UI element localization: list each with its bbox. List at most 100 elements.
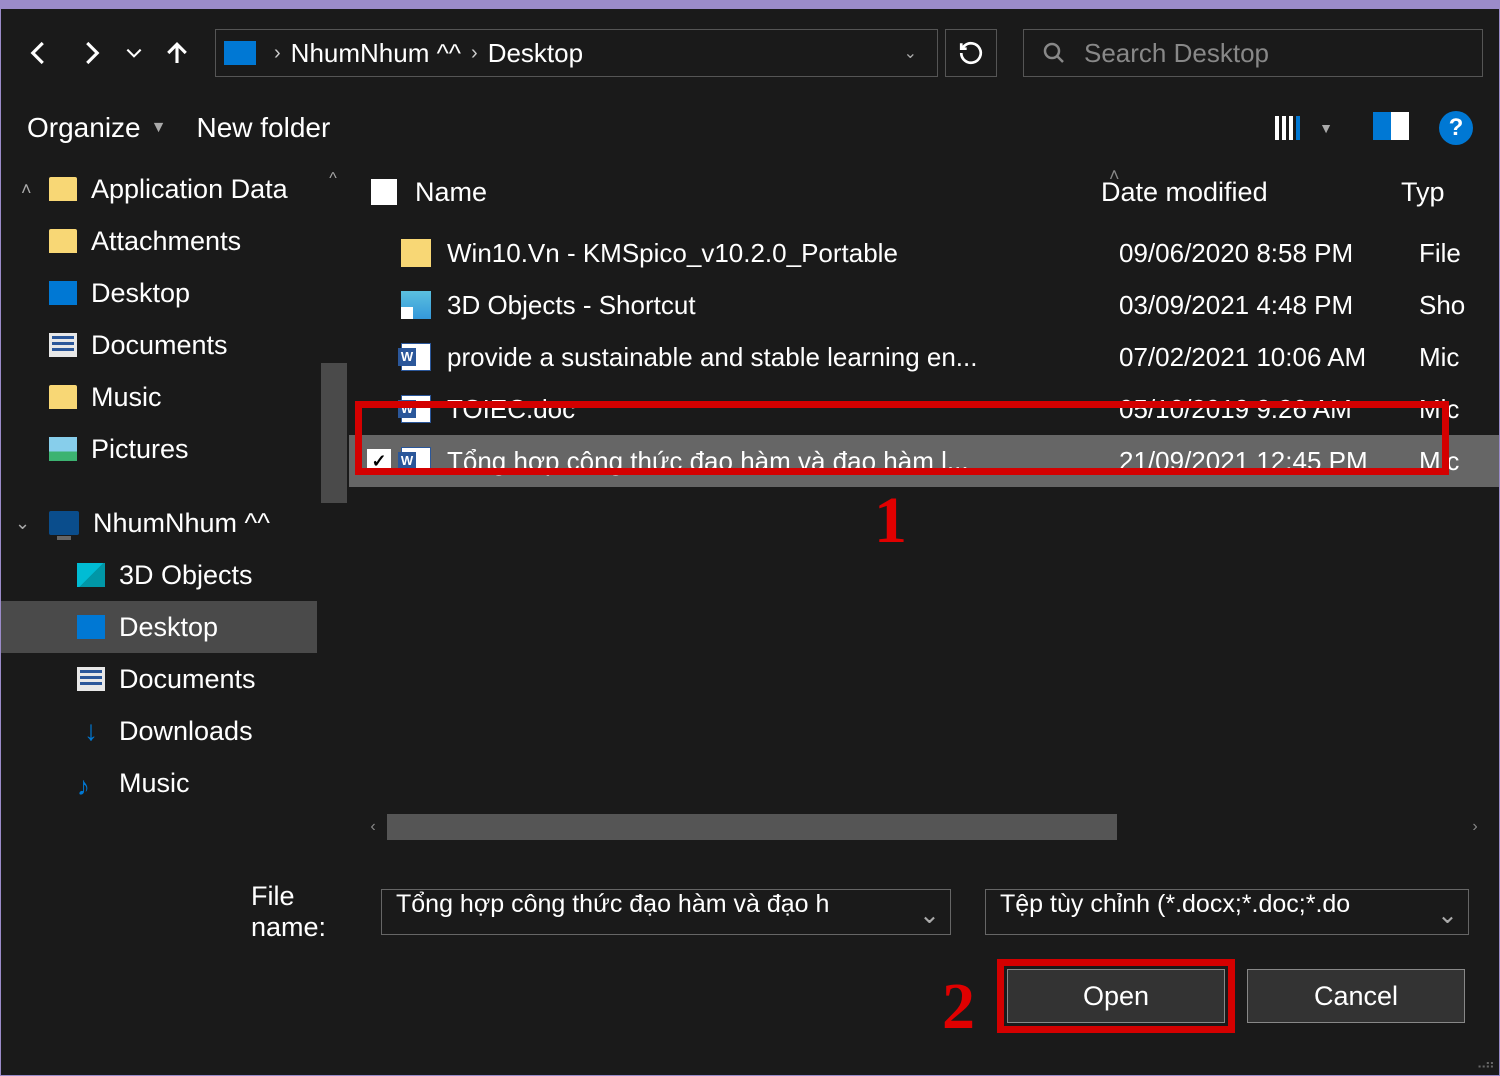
select-all-checkbox[interactable] (371, 179, 397, 205)
preview-pane-button[interactable] (1373, 112, 1409, 145)
resize-grip-icon[interactable]: ⣀⣤ (1476, 1052, 1493, 1069)
folder-icon (49, 385, 77, 409)
column-header-date[interactable]: Date modified (1101, 177, 1401, 208)
sidebar-item[interactable]: Pictures (1, 423, 349, 475)
sidebar-item-label: Documents (119, 664, 256, 695)
sidebar-item-label: Pictures (91, 434, 189, 465)
column-header-type[interactable]: Typ (1401, 177, 1481, 208)
sidebar-item-label: Music (119, 768, 190, 799)
file-date: 09/06/2020 8:58 PM (1119, 238, 1419, 269)
sidebar-item[interactable]: Documents (1, 319, 349, 371)
sidebar-item[interactable]: ⌄NhumNhum ^^ (1, 497, 349, 549)
open-button[interactable]: Open (1007, 969, 1225, 1023)
horizontal-scrollbar[interactable]: ‹ › (359, 811, 1489, 843)
column-header-name[interactable]: Name (361, 177, 1101, 208)
up-button[interactable] (155, 31, 199, 75)
file-date: 03/09/2021 4:48 PM (1119, 290, 1419, 321)
sidebar-item[interactable]: Documents (1, 653, 349, 705)
sidebar-item[interactable]: ˄Application Data (1, 163, 349, 215)
cube-icon (77, 563, 105, 587)
sidebar-scrollbar[interactable]: ^ (317, 163, 349, 853)
annotation-number-2: 2 (942, 969, 975, 1045)
sidebar-item-label: Documents (91, 330, 228, 361)
desktop-icon (77, 615, 105, 639)
back-button[interactable] (17, 31, 61, 75)
chevron-down-icon[interactable]: ⌄ (1437, 900, 1458, 930)
dialog-footer: File name: Tổng hợp công thức đạo hàm và… (1, 853, 1499, 1075)
file-type: Sho (1419, 290, 1499, 321)
recent-locations-button[interactable] (121, 31, 147, 75)
file-date: 05/10/2019 9:26 AM (1119, 394, 1419, 425)
file-type: Mic (1419, 446, 1499, 477)
sidebar-item-label: Desktop (91, 278, 190, 309)
sidebar-item[interactable]: Music (1, 371, 349, 423)
breadcrumb-segment[interactable]: NhumNhum ^^ (291, 38, 461, 69)
scroll-left-icon[interactable]: ‹ (359, 813, 387, 841)
refresh-button[interactable] (945, 29, 997, 77)
titlebar-strip (1, 1, 1499, 9)
music-icon: ♪ (77, 771, 105, 795)
desktop-icon (49, 281, 77, 305)
file-row[interactable]: Win10.Vn - KMSpico_v10.2.0_Portable09/06… (349, 227, 1499, 279)
download-icon: ↓ (77, 719, 105, 743)
new-folder-button[interactable]: New folder (196, 112, 330, 144)
sidebar-item-label: 3D Objects (119, 560, 253, 591)
scrollbar-thumb[interactable] (321, 363, 347, 503)
file-row[interactable]: 3D Objects - Shortcut03/09/2021 4:48 PMS… (349, 279, 1499, 331)
sidebar-item[interactable]: ↓ Downloads (1, 705, 349, 757)
view-options-button[interactable]: ▼ (1275, 114, 1333, 142)
preview-pane-icon (1373, 112, 1409, 140)
word-icon (401, 343, 431, 371)
search-icon (1042, 41, 1066, 65)
sort-indicator-icon: ˄ (1109, 165, 1120, 186)
folder-icon (49, 229, 77, 253)
organize-menu[interactable]: Organize▼ (27, 112, 166, 144)
chevron-right-icon[interactable]: › (274, 42, 281, 65)
file-name: Tổng hợp công thức đạo hàm và đạo hàm l.… (447, 446, 1119, 477)
file-name: Win10.Vn - KMSpico_v10.2.0_Portable (447, 238, 1119, 269)
file-row[interactable]: provide a sustainable and stable learnin… (349, 331, 1499, 383)
sidebar-item[interactable]: ♪ Music (1, 757, 349, 809)
help-button[interactable]: ? (1439, 111, 1473, 145)
sidebar-item[interactable]: Desktop (1, 267, 349, 319)
cancel-button[interactable]: Cancel (1247, 969, 1465, 1023)
chevron-down-icon[interactable]: ⌄ (919, 900, 940, 930)
chevron-right-icon[interactable]: › (471, 42, 478, 65)
sidebar-item-label: Desktop (119, 612, 218, 643)
file-list-pane: ˄ Name Date modified Typ Win10.Vn - KMSp… (349, 163, 1499, 853)
file-type: File (1419, 238, 1499, 269)
file-date: 21/09/2021 12:45 PM (1119, 446, 1419, 477)
address-bar[interactable]: › NhumNhum ^^ › Desktop ⌄ (215, 29, 938, 77)
sidebar-item-label: Downloads (119, 716, 253, 747)
forward-button[interactable] (69, 31, 113, 75)
sidebar-item[interactable]: Attachments (1, 215, 349, 267)
scroll-up-icon[interactable]: ^ (317, 163, 349, 195)
sidebar-item[interactable]: Desktop (1, 601, 349, 653)
chevron-down-icon[interactable]: ⌄ (904, 43, 917, 63)
search-input[interactable]: Search Desktop (1023, 29, 1483, 77)
file-type: Mic (1419, 342, 1499, 373)
filename-label: File name: (251, 881, 367, 943)
details-view-icon (1275, 114, 1309, 142)
expand-icon[interactable]: ⌄ (15, 513, 30, 534)
file-name: TOIEC.doc (447, 394, 1119, 425)
sidebar-item-label: Attachments (91, 226, 241, 257)
file-row[interactable]: TOIEC.doc05/10/2019 9:26 AMMic (349, 383, 1499, 435)
sidebar-item[interactable]: 3D Objects (1, 549, 349, 601)
file-list: Win10.Vn - KMSpico_v10.2.0_Portable09/06… (349, 221, 1499, 811)
file-row[interactable]: Tổng hợp công thức đạo hàm và đạo hàm l.… (349, 435, 1499, 487)
row-checkbox[interactable] (367, 449, 391, 473)
scroll-right-icon[interactable]: › (1461, 813, 1489, 841)
file-date: 07/02/2021 10:06 AM (1119, 342, 1419, 373)
short-icon (401, 291, 431, 319)
filename-input[interactable]: Tổng hợp công thức đạo hàm và đạo h ⌄ (381, 889, 951, 935)
doc-icon (77, 667, 105, 691)
folder-icon (401, 239, 431, 267)
scrollbar-thumb[interactable] (387, 814, 1117, 840)
breadcrumb-segment[interactable]: Desktop (488, 38, 583, 69)
column-header-row: ˄ Name Date modified Typ (349, 163, 1499, 221)
file-type-filter[interactable]: Tệp tùy chỉnh (*.docx;*.doc;*.do ⌄ (985, 889, 1469, 935)
pic-icon (49, 437, 77, 461)
collapse-icon[interactable]: ˄ (21, 179, 32, 200)
location-pc-icon (224, 41, 256, 65)
